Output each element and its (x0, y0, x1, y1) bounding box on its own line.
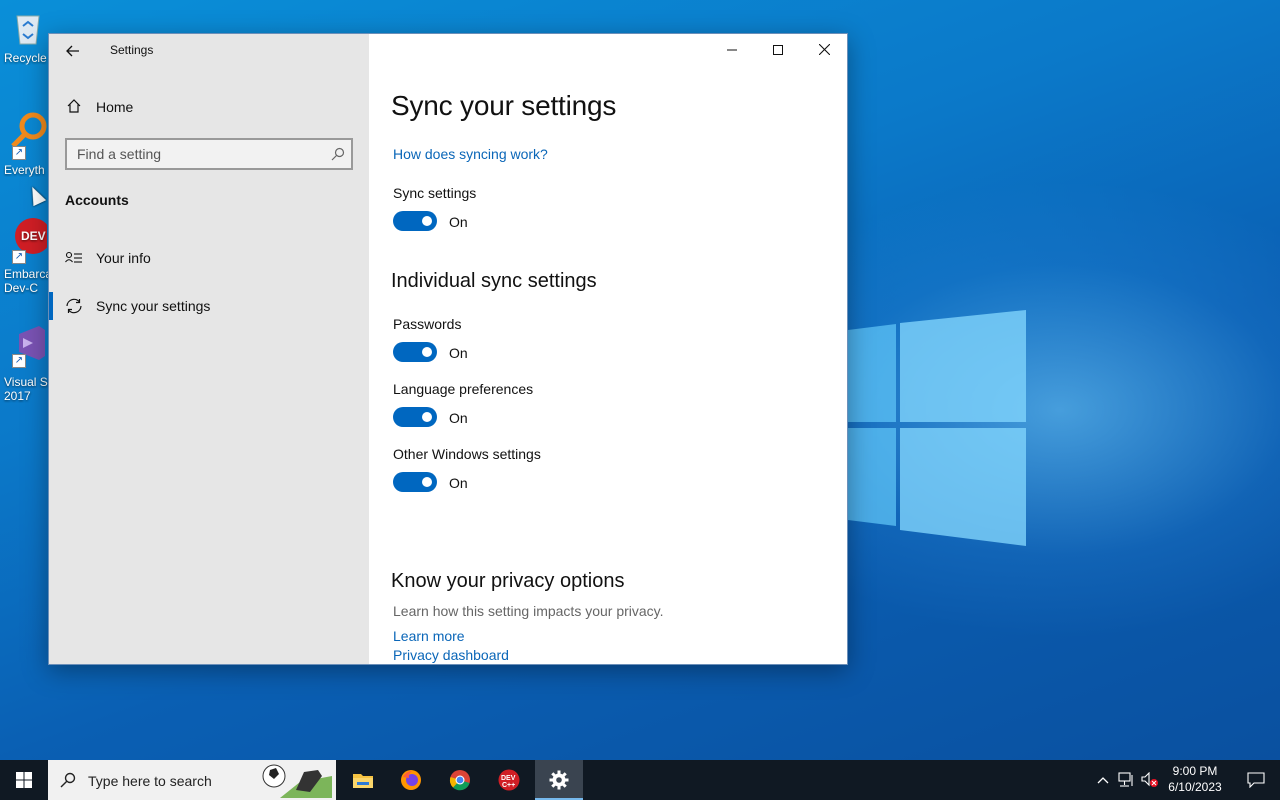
shortcut-arrow-icon: ↗ (12, 146, 26, 160)
learn-more-link[interactable]: Learn more (393, 628, 465, 644)
toggle-knob (422, 412, 432, 422)
individual-sync-heading: Individual sync settings (391, 270, 597, 292)
file-explorer-icon (353, 774, 373, 788)
desktop-icon-label: Recycle (4, 51, 47, 65)
dev-cpp-icon: DEV C++ (498, 769, 520, 791)
desktop-icon-visual-studio[interactable]: ↗ Visual St 2017 (0, 324, 48, 403)
sidebar-section-title: Accounts (65, 192, 129, 208)
how-syncing-works-link[interactable]: How does syncing work? (393, 146, 548, 162)
toggle-state-label: On (449, 475, 468, 491)
taskbar-search-placeholder: Type here to search (88, 773, 212, 789)
language-preferences-toggle[interactable] (393, 407, 437, 427)
toggle-knob (422, 216, 432, 226)
chrome-icon (449, 770, 470, 791)
dev-cpp-icon: DEV (15, 218, 48, 254)
clock-time: 9:00 PM (1172, 764, 1218, 778)
windows-logo-wallpaper (848, 310, 1026, 546)
privacy-heading: Know your privacy options (391, 570, 625, 592)
action-center-button[interactable] (1232, 760, 1280, 800)
mouse-cursor (25, 183, 47, 207)
language-preferences-label: Language preferences (393, 381, 534, 397)
chevron-up-icon (1097, 777, 1109, 784)
toggle-knob (422, 347, 432, 357)
settings-content: Sync your settings How does syncing work… (391, 34, 831, 664)
everything-search-icon (11, 112, 47, 148)
privacy-description: Learn how this setting impacts your priv… (393, 603, 664, 619)
shortcut-arrow-icon: ↗ (12, 354, 26, 368)
passwords-toggle[interactable] (393, 342, 437, 362)
search-highlight-soccer-icon (262, 764, 332, 798)
sidebar-item-label: Your info (96, 250, 151, 266)
back-button[interactable] (59, 38, 87, 64)
sync-icon (66, 298, 82, 314)
toggle-state-label: On (449, 345, 468, 361)
person-card-icon (65, 251, 82, 263)
toggle-state-label: On (449, 214, 468, 230)
sync-settings-label: Sync settings (393, 185, 477, 201)
other-windows-settings-label: Other Windows settings (393, 446, 541, 462)
shortcut-arrow-icon: ↗ (12, 250, 26, 264)
home-icon (67, 99, 81, 113)
start-button[interactable] (0, 760, 48, 800)
firefox-icon (401, 770, 421, 790)
sidebar-item-home[interactable]: Home (49, 90, 369, 122)
taskbar-search-box[interactable]: Type here to search (48, 760, 336, 800)
show-hidden-icons-button[interactable] (1094, 760, 1112, 800)
privacy-dashboard-link[interactable]: Privacy dashboard (393, 647, 509, 663)
toggle-state-label: On (449, 410, 468, 426)
taskbar-settings[interactable] (535, 760, 583, 800)
passwords-label: Passwords (393, 316, 462, 332)
other-windows-settings-toggle[interactable] (393, 472, 437, 492)
network-icon (1118, 772, 1133, 787)
sidebar-item-your-info[interactable]: Your info (49, 240, 369, 276)
network-status[interactable] (1116, 760, 1138, 800)
sidebar-item-label: Home (96, 99, 134, 115)
sidebar-item-label: Sync your settings (96, 298, 211, 314)
volume-muted-icon (1141, 772, 1158, 787)
settings-sidebar: Settings Home Accounts Your info (49, 34, 369, 664)
find-setting-search[interactable] (65, 138, 353, 170)
sidebar-item-sync-your-settings[interactable]: Sync your settings (49, 288, 369, 324)
desktop-icon-everything[interactable]: ↗ Everyth (0, 112, 48, 177)
search-input[interactable] (67, 140, 307, 168)
system-clock[interactable]: 9:00 PM 6/10/2023 (1160, 763, 1230, 795)
search-icon (331, 147, 345, 161)
taskbar: Type here to search DEV C++ 9:00 PM 6/10… (0, 760, 1280, 800)
page-title: Sync your settings (391, 90, 617, 121)
desktop-icon-label: Embarca Dev-C (4, 267, 48, 295)
windows-start-icon (16, 772, 32, 788)
settings-window[interactable]: Settings Home Accounts Your info (48, 33, 848, 665)
svg-text:DEV: DEV (501, 775, 516, 782)
desktop-icon-label: Everyth (4, 163, 45, 177)
svg-text:C++: C++ (502, 782, 515, 789)
back-arrow-icon (66, 45, 79, 57)
toggle-knob (422, 477, 432, 487)
notification-icon (1247, 772, 1265, 788)
search-icon (60, 772, 76, 788)
sync-settings-toggle[interactable] (393, 211, 437, 231)
taskbar-chrome[interactable] (436, 760, 484, 800)
recycle-bin-icon (16, 15, 40, 45)
window-title: Settings (110, 43, 154, 57)
desktop-icon-dev-cpp[interactable]: DEV ↗ Embarca Dev-C (0, 216, 48, 295)
volume-status[interactable] (1140, 760, 1160, 800)
taskbar-file-explorer[interactable] (339, 760, 387, 800)
desktop-icon-recycle-bin[interactable]: Recycle (0, 8, 48, 65)
svg-text:DEV: DEV (21, 229, 46, 243)
gear-icon (549, 770, 569, 790)
desktop-icon-label: Visual St 2017 (4, 375, 48, 403)
clock-date: 6/10/2023 (1168, 780, 1222, 794)
taskbar-dev-cpp[interactable]: DEV C++ (485, 760, 533, 800)
taskbar-firefox[interactable] (387, 760, 435, 800)
